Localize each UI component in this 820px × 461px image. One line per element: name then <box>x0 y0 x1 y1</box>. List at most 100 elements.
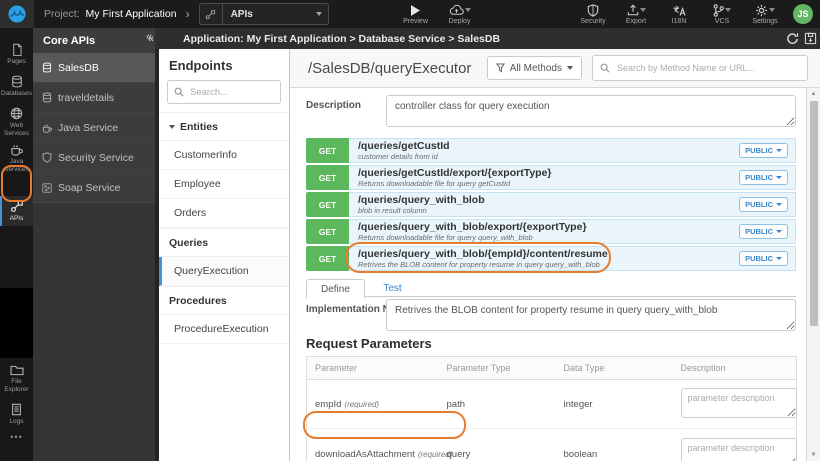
security-button[interactable]: Security <box>578 3 608 25</box>
core-apis-panel: Core APIs « SalesDB traveldetails Java S… <box>33 28 155 461</box>
breadcrumb-bar: Application: My First Application > Data… <box>155 28 820 49</box>
endpoint-item-queryexecution[interactable]: QueryExecution <box>159 257 289 286</box>
workspace-dropdown[interactable]: APIs <box>198 3 329 25</box>
log-file-icon <box>11 403 22 416</box>
section-header-procedures[interactable]: Procedures <box>159 286 289 315</box>
caret-down-icon <box>776 203 782 206</box>
more-icon[interactable]: ••• <box>0 432 33 442</box>
globe-icon <box>10 107 23 120</box>
endpoint-row-body[interactable]: /queries/getCustId customer details from… <box>349 138 796 163</box>
coffee-icon <box>42 123 52 133</box>
tab-bar: Define Test <box>306 278 796 299</box>
refresh-icon[interactable] <box>786 32 799 45</box>
param-type-cell: query <box>446 448 471 460</box>
endpoint-row-body[interactable]: /queries/query_with_blob/{empId}/content… <box>349 246 796 271</box>
sidebar-item-databases[interactable]: Databases <box>0 72 33 101</box>
param-type-cell: path <box>438 379 556 429</box>
access-dropdown[interactable]: PUBLIC <box>739 170 788 185</box>
logo-icon <box>8 5 26 23</box>
endpoint-row: GET /queries/query_with_blob blob in res… <box>306 192 796 217</box>
endpoint-item-procedureexecution[interactable]: ProcedureExecution <box>159 315 289 344</box>
service-item-salesdb[interactable]: SalesDB <box>33 53 155 83</box>
method-search-input[interactable] <box>615 62 800 74</box>
scrollbar-thumb[interactable] <box>809 101 818 326</box>
endpoints-search[interactable] <box>167 80 281 104</box>
save-export-icon[interactable] <box>804 32 817 45</box>
rail-dark-region <box>0 288 33 358</box>
sidebar-item-java-services[interactable]: Java Services <box>0 140 33 177</box>
gear-icon <box>755 4 768 17</box>
sidebar-item-logs[interactable]: Logs <box>0 400 33 429</box>
sidebar-item-web-services[interactable]: Web Services <box>0 104 33 141</box>
endpoint-path: /queries/query_with_blob <box>358 193 485 206</box>
shield-icon <box>587 3 599 17</box>
preview-button[interactable]: Preview <box>401 4 431 25</box>
section-header-entities[interactable]: Entities <box>159 112 289 141</box>
column-header-description: Description <box>672 356 797 380</box>
settings-button[interactable]: Settings <box>750 4 780 25</box>
scroll-down-arrow[interactable]: ▼ <box>807 452 820 458</box>
triangle-down-icon <box>169 125 175 129</box>
top-bar: Project: My First Application › APIs Pre… <box>0 0 820 28</box>
methods-filter-dropdown[interactable]: All Methods <box>486 56 582 80</box>
user-avatar[interactable]: JS <box>793 3 813 24</box>
table-header-row: Parameter Parameter Type Data Type Descr… <box>306 356 797 380</box>
deploy-button[interactable]: Deploy <box>445 4 475 25</box>
service-item-traveldetails[interactable]: traveldetails <box>33 83 155 113</box>
access-dropdown[interactable]: PUBLIC <box>739 224 788 239</box>
implementation-notes-textarea[interactable]: Retrives the BLOB content for property r… <box>386 299 796 331</box>
column-header-parameter-type: Parameter Type <box>438 356 556 380</box>
core-apis-header: Core APIs « <box>33 28 155 53</box>
caret-down-icon <box>776 176 782 179</box>
chevron-right-icon: › <box>185 7 190 21</box>
endpoints-title: Endpoints <box>169 58 233 73</box>
deploy-cloud-icon <box>449 4 464 17</box>
vcs-button[interactable]: VCS <box>707 3 737 25</box>
endpoints-search-input[interactable] <box>188 85 274 99</box>
data-type-cell: integer <box>555 379 673 429</box>
method-badge: GET <box>306 192 349 217</box>
table-row: downloadAsAttachment (required) query boo… <box>307 429 797 461</box>
service-item-java-service[interactable]: Java Service <box>33 113 155 143</box>
endpoints-panel: Endpoints Entities CustomerInfo Employee… <box>159 49 290 461</box>
endpoint-row-body[interactable]: /queries/getCustId/export/{exportType} R… <box>349 165 796 190</box>
collapse-arrow-icon[interactable]: « <box>146 31 152 43</box>
endpoint-row-body[interactable]: /queries/query_with_blob/export/{exportT… <box>349 219 796 244</box>
param-description-textarea[interactable] <box>680 387 797 418</box>
method-badge: GET <box>306 138 349 163</box>
search-icon <box>600 63 610 73</box>
endpoint-item-employee[interactable]: Employee <box>159 170 289 199</box>
method-search[interactable] <box>592 55 808 81</box>
endpoint-description: customer details from id <box>358 152 438 162</box>
section-header-queries[interactable]: Queries <box>159 228 289 257</box>
export-button[interactable]: Export <box>621 4 651 25</box>
request-parameters-title: Request Parameters <box>306 336 432 351</box>
page-title: /SalesDB/queryExecutor <box>308 59 472 77</box>
scroll-up-arrow[interactable]: ▲ <box>807 91 820 97</box>
endpoint-path: /queries/getCustId <box>358 139 450 152</box>
endpoint-item-orders[interactable]: Orders <box>159 199 289 228</box>
column-header-data-type: Data Type <box>555 356 673 380</box>
access-dropdown[interactable]: PUBLIC <box>739 251 788 266</box>
chevron-down-icon <box>464 7 471 12</box>
i18n-button[interactable]: I18N <box>664 4 694 25</box>
endpoint-description: Retrives the BLOB content for property r… <box>358 260 600 270</box>
sidebar-item-file-explorer[interactable]: File Explorer <box>0 362 33 397</box>
service-item-security-service[interactable]: Security Service <box>33 143 155 173</box>
service-item-soap-service[interactable]: Soap Service <box>33 173 155 203</box>
access-dropdown[interactable]: PUBLIC <box>739 197 788 212</box>
api-icon <box>10 199 24 213</box>
tab-test[interactable]: Test <box>369 279 415 297</box>
vertical-scrollbar[interactable]: ▲ ▼ <box>806 88 820 461</box>
endpoint-item-customerinfo[interactable]: CustomerInfo <box>159 141 289 170</box>
tab-define[interactable]: Define <box>306 279 365 299</box>
method-badge: GET <box>306 219 349 244</box>
param-description-textarea[interactable] <box>680 437 797 461</box>
access-dropdown[interactable]: PUBLIC <box>739 143 788 158</box>
endpoint-row-body[interactable]: /queries/query_with_blob blob in result … <box>349 192 796 217</box>
sidebar-item-apis[interactable]: APIs <box>0 196 33 226</box>
sidebar-item-pages[interactable]: Pages <box>0 40 33 69</box>
project-title: Project: My First Application <box>44 8 177 20</box>
wavemaker-logo[interactable] <box>0 0 34 28</box>
description-textarea[interactable]: controller class for query execution <box>386 95 796 127</box>
